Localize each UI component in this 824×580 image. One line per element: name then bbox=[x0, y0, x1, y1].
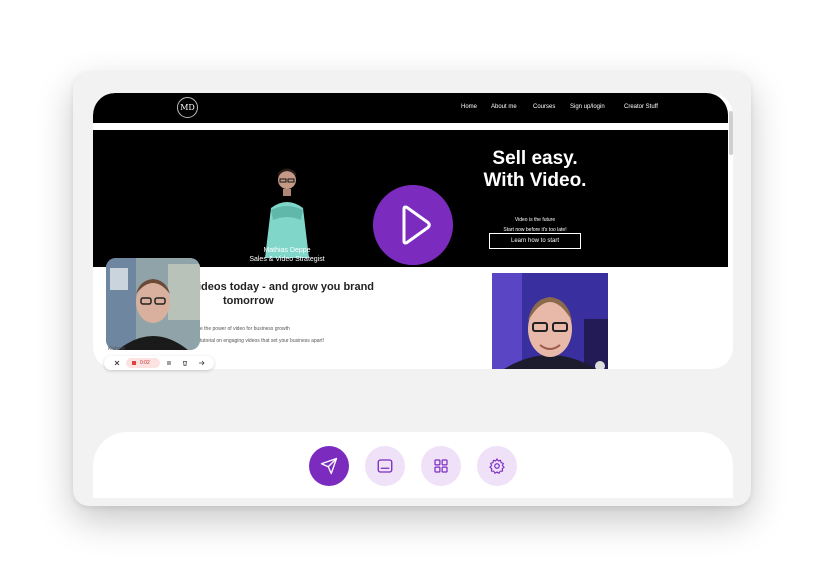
site-logo[interactable]: MD bbox=[177, 97, 198, 118]
grid-icon bbox=[434, 459, 448, 473]
pause-icon[interactable] bbox=[166, 360, 172, 366]
nav-courses[interactable]: Courses bbox=[533, 104, 555, 110]
page-scrollbar[interactable] bbox=[729, 111, 733, 155]
layout-button[interactable] bbox=[421, 446, 461, 486]
presenter-photo bbox=[251, 158, 323, 258]
section-title-line-2: tomorrow bbox=[223, 295, 274, 307]
hero-title-line-2: With Video. bbox=[483, 170, 587, 191]
timer-value: 0:02 bbox=[140, 360, 150, 366]
play-button[interactable] bbox=[373, 185, 453, 265]
nav-about[interactable]: About me bbox=[491, 104, 517, 110]
nav-home[interactable]: Home bbox=[461, 104, 477, 110]
hero-title: Sell easy. With Video. bbox=[465, 148, 605, 192]
recorder-label: Kishore bbox=[108, 346, 125, 352]
settings-button[interactable] bbox=[477, 446, 517, 486]
nav-signup[interactable]: Sign up/login bbox=[570, 104, 605, 110]
presenter-caption: Mathias Deppe Sales & Video Strategist bbox=[241, 246, 333, 264]
hero-tagline: Video is the future Start now before it'… bbox=[465, 215, 605, 235]
captions-button[interactable] bbox=[365, 446, 405, 486]
presenter-role: Sales & Video Strategist bbox=[249, 256, 325, 263]
portrait-photo bbox=[492, 273, 608, 369]
site-header: MD Home About me Courses Sign up/login C… bbox=[93, 93, 728, 123]
recording-timer: 0:02 bbox=[126, 358, 160, 368]
section-title-line-1: ideos today - and grow you brand bbox=[198, 281, 375, 293]
section-body-line-2: tutorial on engaging videos that set you… bbox=[200, 338, 324, 344]
send-button[interactable] bbox=[309, 446, 349, 486]
nav-creator-stuff[interactable]: Creator Stuff bbox=[624, 104, 658, 110]
webcam-feed bbox=[106, 258, 200, 350]
captions-icon bbox=[377, 459, 393, 473]
trash-icon[interactable] bbox=[182, 360, 188, 366]
expand-icon[interactable] bbox=[198, 360, 205, 366]
close-icon[interactable] bbox=[114, 360, 120, 366]
section-body-line-1: e the power of video for business growth bbox=[200, 326, 290, 332]
hero-tagline-line-1: Video is the future bbox=[514, 217, 556, 223]
stop-icon[interactable] bbox=[132, 361, 136, 365]
portrait-image bbox=[492, 273, 608, 369]
gear-icon bbox=[489, 458, 505, 474]
send-icon bbox=[320, 457, 338, 475]
hero-title-line-1: Sell easy. bbox=[492, 148, 578, 169]
recording-controls: 0:02 bbox=[104, 356, 214, 370]
bottom-toolbar bbox=[93, 432, 733, 498]
learn-how-button[interactable]: Learn how to start bbox=[489, 233, 581, 249]
presenter-name: Mathias Deppe bbox=[263, 247, 311, 254]
webcam-overlay[interactable] bbox=[106, 258, 200, 350]
section-title: ideos today - and grow you brand tomorro… bbox=[198, 280, 408, 308]
